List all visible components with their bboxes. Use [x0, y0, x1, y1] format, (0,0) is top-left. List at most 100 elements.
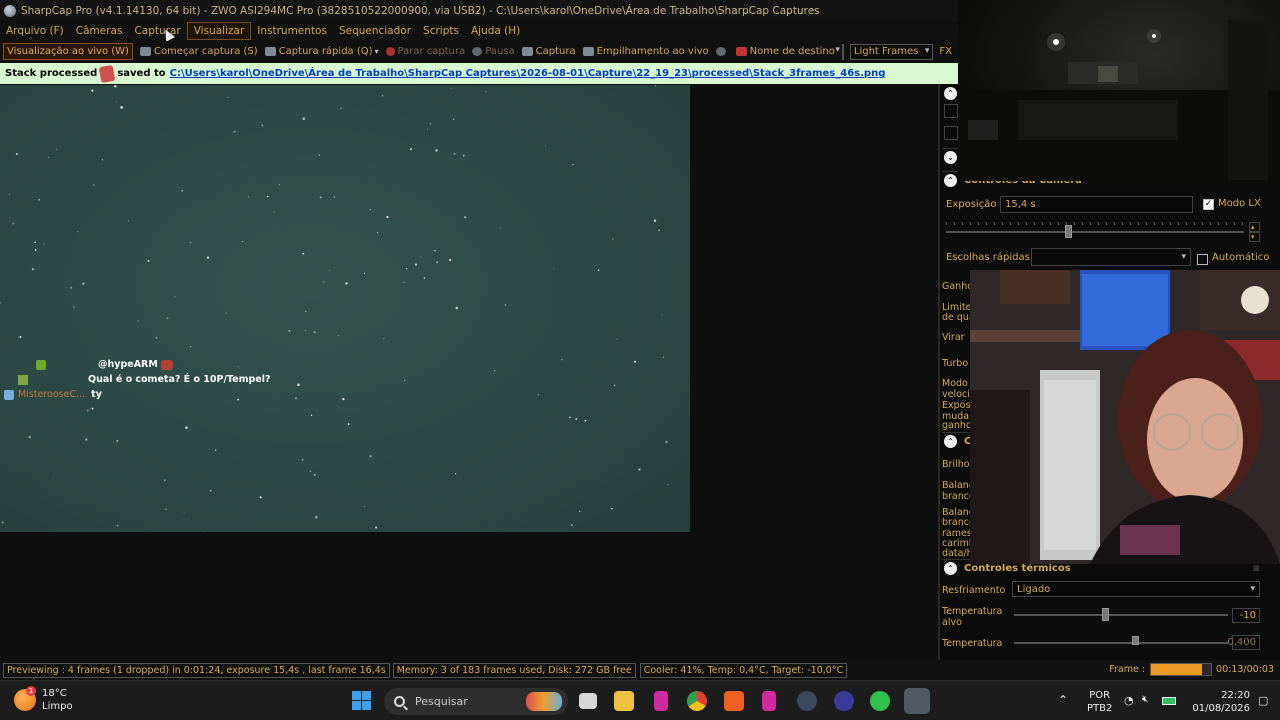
chevron-up-icon[interactable]: ⌃: [944, 435, 957, 448]
panel-stub-button[interactable]: [944, 126, 958, 140]
menu-ajuda[interactable]: Ajuda (H): [465, 23, 526, 39]
temperature-label: Temperatura: [942, 638, 1003, 649]
chevron-up-icon[interactable]: ⌃: [944, 86, 957, 100]
start-button[interactable]: [352, 691, 372, 711]
chat-badge-icon: [18, 374, 28, 385]
menu-visualizar[interactable]: Visualizar: [186, 22, 252, 40]
windows-taskbar: 1 18°C Limpo Pesquisar ⌃ POR PTB2 ◔ 🔇︎ 2…: [0, 680, 1280, 720]
chevron-up-icon[interactable]: ⌃: [944, 174, 957, 187]
exposure-up-button[interactable]: ▴: [1249, 222, 1260, 232]
star: [537, 394, 539, 396]
stop-capture-button[interactable]: Parar captura: [385, 46, 465, 57]
target-temp-slider-track[interactable]: [1014, 614, 1228, 616]
star: [381, 95, 384, 97]
star: [342, 397, 345, 401]
drag-handle-icon[interactable]: ≡: [1252, 564, 1260, 574]
star: [91, 407, 94, 410]
chat-emote-icon: [160, 359, 173, 370]
star: [375, 526, 378, 529]
clock[interactable]: 22:20 01/08/2026: [1190, 689, 1250, 715]
star: [31, 268, 34, 271]
target-temp-input[interactable]: -10: [1232, 608, 1260, 623]
notification-middle: saved to: [117, 68, 166, 79]
quick-capture-button[interactable]: Captura rápida (Q) ▾: [264, 46, 379, 57]
star: [165, 508, 167, 510]
sharpcap-taskbar-icon[interactable]: [797, 691, 817, 711]
cooling-select[interactable]: Ligado: [1012, 581, 1260, 597]
chrome-icon[interactable]: [687, 691, 707, 711]
star: [333, 196, 336, 198]
brave-icon[interactable]: [724, 691, 744, 711]
saved-file-link[interactable]: C:\Users\karol\OneDrive\Área de Trabalho…: [170, 68, 886, 79]
exposure-slider-track[interactable]: [946, 231, 1244, 233]
star: [189, 241, 192, 244]
star: [485, 90, 487, 93]
chat-message: MisterooseC... ty: [4, 387, 284, 402]
task-view-icon[interactable]: [579, 693, 597, 709]
target-temp-slider-thumb[interactable]: [1102, 608, 1109, 621]
star: [315, 516, 318, 519]
app-green-icon[interactable]: [870, 691, 890, 711]
star: [278, 184, 281, 186]
start-capture-button[interactable]: Começar captura (S): [139, 46, 258, 57]
quick-picks-select[interactable]: [1031, 248, 1191, 266]
chevron-down-icon[interactable]: ▾: [375, 47, 379, 56]
pause-button[interactable]: Pausa: [472, 46, 515, 57]
exposure-down-button[interactable]: ▾: [1249, 232, 1260, 242]
exposure-slider-thumb[interactable]: [1065, 225, 1072, 238]
fx-button[interactable]: FX: [939, 46, 952, 57]
star: [34, 241, 36, 244]
battery-icon[interactable]: [1162, 697, 1176, 705]
frame-type-select[interactable]: Light Frames: [849, 43, 934, 60]
menu-cameras[interactable]: Câmeras: [70, 23, 129, 39]
onenote-icon[interactable]: [654, 691, 668, 711]
stellarium-icon[interactable]: [834, 691, 854, 711]
weather-widget[interactable]: 1 18°C Limpo: [14, 686, 73, 713]
file-explorer-icon[interactable]: [614, 691, 634, 711]
star: [363, 272, 365, 274]
taskbar-search[interactable]: Pesquisar: [384, 688, 568, 715]
exposure-input[interactable]: 15,4 s: [1000, 196, 1193, 213]
star: [43, 243, 45, 245]
tray-overflow-icon[interactable]: ⌃: [1058, 693, 1068, 707]
app-pink-icon[interactable]: [762, 691, 776, 711]
obs-icon[interactable]: [904, 688, 930, 714]
star: [597, 269, 600, 271]
star: [561, 358, 563, 361]
menu-arquivo[interactable]: Arquivo (F): [0, 23, 70, 39]
menu-sequenciador[interactable]: Sequenciador: [333, 23, 417, 39]
panel-stub-input[interactable]: [944, 104, 958, 118]
star: [116, 439, 119, 442]
chevron-up-icon[interactable]: ⌃: [944, 562, 957, 575]
language-indicator[interactable]: POR PTB2: [1087, 689, 1112, 715]
auto-checkbox[interactable]: [1197, 254, 1208, 265]
star: [19, 335, 22, 339]
star: [369, 455, 372, 458]
star: [297, 383, 300, 386]
wifi-icon[interactable]: ◔: [1124, 694, 1134, 707]
star: [572, 163, 574, 166]
menu-scripts[interactable]: Scripts: [417, 23, 465, 39]
live-stack-button[interactable]: Empilhamento ao vivo: [582, 46, 709, 57]
lx-mode-checkbox[interactable]: ✓: [1203, 199, 1214, 210]
target-name-select[interactable]: [835, 43, 844, 60]
star: [499, 227, 501, 229]
menu-capturar[interactable]: Capturar: [128, 23, 186, 39]
live-view-button[interactable]: Visualização ao vivo (W): [3, 43, 133, 60]
weather-badge: 1: [26, 686, 36, 696]
live-preview-image[interactable]: [0, 85, 690, 532]
volume-mute-icon[interactable]: 🔇︎: [1142, 694, 1148, 705]
star: [273, 211, 275, 213]
stream-chat-overlay: @hypeARM Qual é o cometa? É o 10P/Tempel…: [4, 357, 284, 402]
snapshot-button[interactable]: Captura: [521, 46, 576, 57]
exposure-label: Exposição: [946, 199, 997, 210]
star: [569, 416, 571, 419]
star: [288, 330, 291, 332]
video-camera-icon: [264, 47, 276, 56]
chevron-down-icon[interactable]: ⌄: [944, 151, 957, 164]
chat-message: @hypeARM: [4, 357, 284, 372]
chat-badge-icon: [4, 389, 14, 400]
thermal-controls-title: Controles térmicos: [964, 563, 1071, 574]
menu-instrumentos[interactable]: Instrumentos: [251, 23, 333, 39]
notifications-icon[interactable]: ▢: [1258, 694, 1268, 707]
